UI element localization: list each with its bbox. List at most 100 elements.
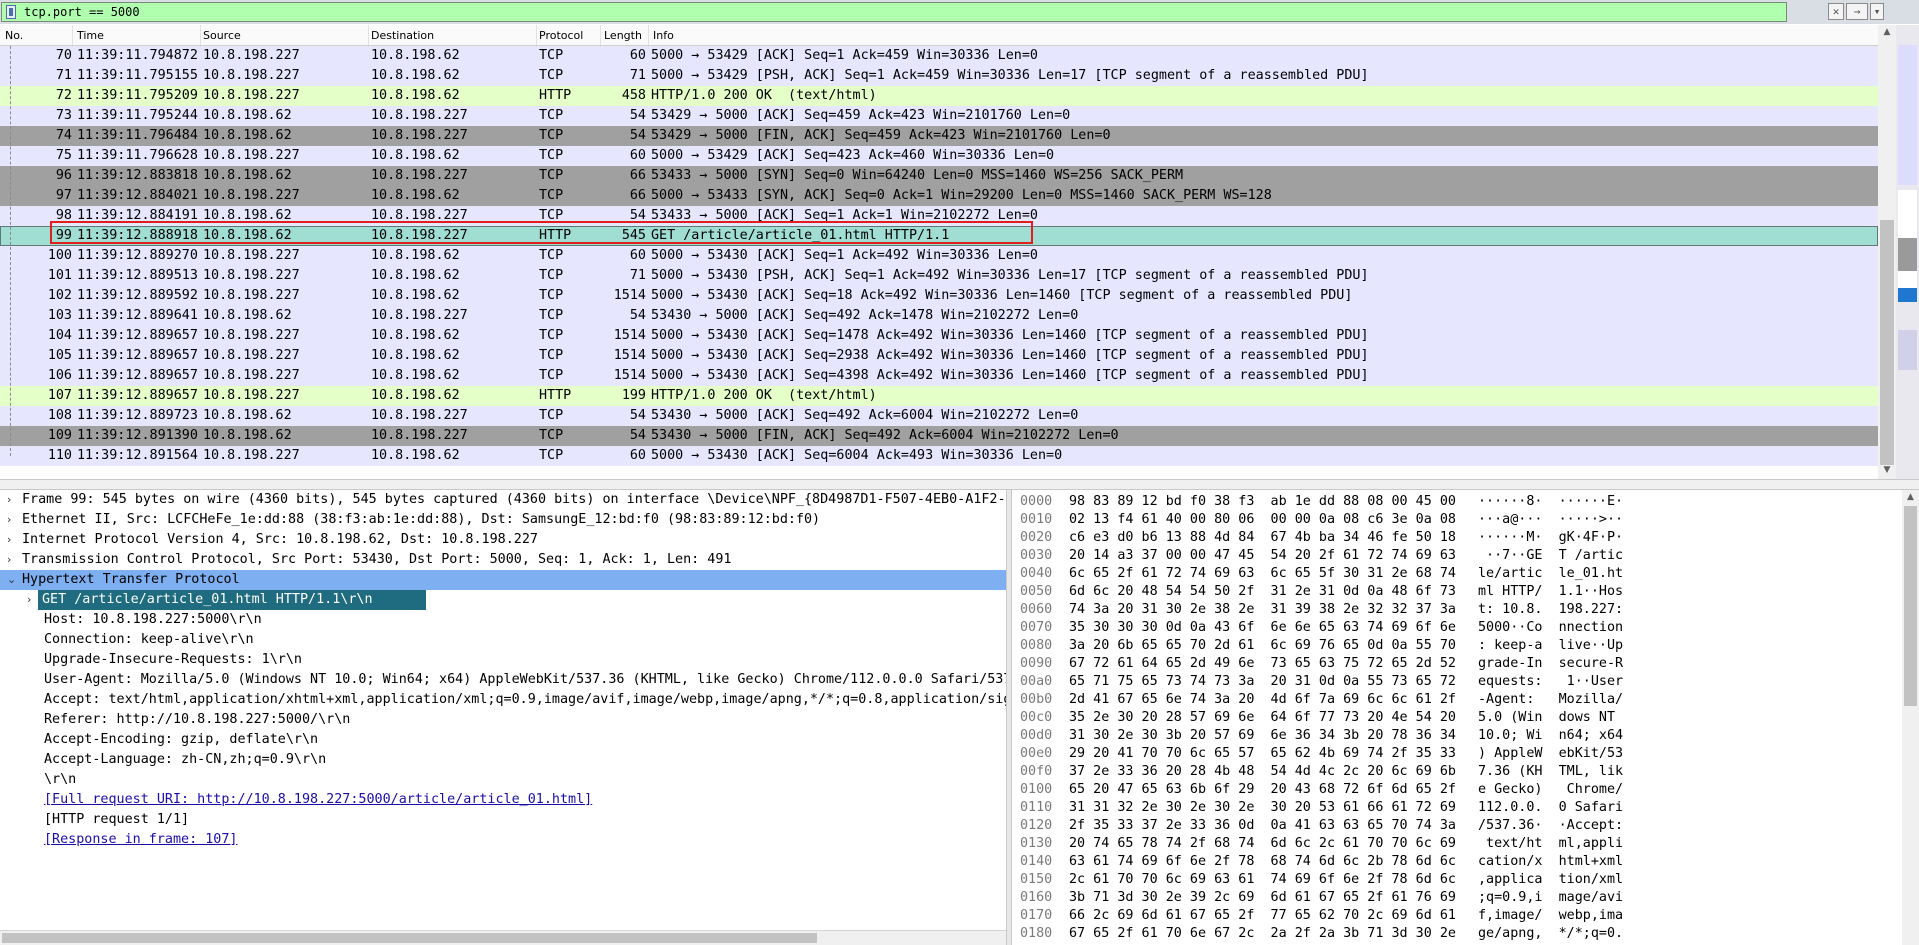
packet-destination: 10.8.198.62: [371, 188, 460, 203]
packet-row-selected[interactable]: 99 11:39:12.888918 10.8.198.62 10.8.198.227…: [0, 226, 1878, 246]
packet-protocol: TCP: [539, 428, 564, 443]
expand-arrow-icon[interactable]: ›: [7, 530, 11, 550]
expand-arrow-icon[interactable]: ›: [7, 490, 11, 510]
packet-row[interactable]: 97 11:39:12.884021 10.8.198.227 10.8.198.62…: [0, 186, 1878, 206]
detail-tree-item[interactable]: › Internet Protocol Version 4, Src: 10.8.…: [0, 530, 1006, 550]
filter-expression[interactable]: tcp.port == 5000: [24, 4, 140, 20]
packet-row[interactable]: 98 11:39:12.884191 10.8.198.62 10.8.198.227…: [0, 206, 1878, 226]
detail-tree-item[interactable]: › Frame 99: 545 bytes on wire (4360 bits)…: [0, 490, 1006, 510]
detail-link[interactable]: [Full request URI: http://10.8.198.227:5…: [44, 790, 592, 810]
packet-destination: 10.8.198.227: [371, 228, 468, 243]
detail-tree-item[interactable]: [Full request URI: http://10.8.198.227:5…: [0, 790, 1006, 810]
packet-row[interactable]: 73 11:39:11.795244 10.8.198.62 10.8.198.227…: [0, 106, 1878, 126]
packet-source: 10.8.198.227: [203, 48, 300, 63]
packet-row[interactable]: 71 11:39:11.795155 10.8.198.227 10.8.198.62…: [0, 66, 1878, 86]
packet-row[interactable]: 74 11:39:11.796484 10.8.198.62 10.8.198.227…: [0, 126, 1878, 146]
packet-protocol: TCP: [539, 128, 564, 143]
packet-time: 11:39:11.796628: [77, 148, 198, 163]
packet-row[interactable]: 109 11:39:12.891390 10.8.198.62 10.8.198.22…: [0, 426, 1878, 446]
hex-offset: 00b0: [1020, 692, 1053, 707]
detail-text: Transmission Control Protocol, Src Port:…: [22, 552, 732, 567]
packet-row[interactable]: 110 11:39:12.891564 10.8.198.227 10.8.198.6…: [0, 446, 1878, 466]
detail-tree-item[interactable]: [Response in frame: 107]: [0, 830, 1006, 850]
packet-protocol: TCP: [539, 348, 564, 363]
packet-protocol: HTTP: [539, 88, 572, 103]
display-filter-input[interactable]: tcp.port == 5000: [1, 2, 1787, 22]
bookmark-icon[interactable]: [6, 5, 16, 19]
packet-source: 10.8.198.62: [203, 428, 292, 443]
detail-tree-item[interactable]: \r\n: [0, 770, 1006, 790]
detail-tree-item[interactable]: Referer: http://10.8.198.227:5000/\r\n: [0, 710, 1006, 730]
packet-list[interactable]: 70 11:39:11.794872 10.8.198.227 10.8.198.62…: [0, 46, 1878, 466]
detail-tree-item[interactable]: › Ethernet II, Src: LCFCHeFe_1e:dd:88 (38…: [0, 510, 1006, 530]
packet-length: 54: [629, 128, 646, 143]
detail-text: Host: 10.8.198.227:5000\r\n: [44, 612, 262, 627]
scroll-up-icon[interactable]: ▲: [1878, 27, 1896, 37]
packet-time: 11:39:12.888918: [77, 228, 198, 243]
detail-tree-item[interactable]: › Transmission Control Protocol, Src Port…: [0, 550, 1006, 570]
packet-time: 11:39:11.795209: [77, 88, 198, 103]
packet-minimap[interactable]: [1896, 25, 1919, 479]
packet-bytes-pane[interactable]: 0000 98 83 89 12 bd f0 38 f3 ab 1e dd 88 …: [1012, 490, 1902, 945]
packet-source: 10.8.198.227: [203, 268, 300, 283]
bytes-scroll-thumb[interactable]: [1904, 506, 1917, 706]
column-header-no[interactable]: No.: [5, 29, 23, 42]
packet-row[interactable]: 106 11:39:12.889657 10.8.198.227 10.8.198.6…: [0, 366, 1878, 386]
column-header-info[interactable]: Info: [653, 29, 674, 42]
column-header-destination[interactable]: Destination: [371, 29, 434, 42]
details-scroll-thumb[interactable]: [2, 933, 817, 943]
expand-arrow-icon[interactable]: ›: [7, 510, 11, 530]
hex-offset: 0050: [1020, 584, 1053, 599]
bytes-scrollbar[interactable]: ▲: [1902, 490, 1919, 945]
packet-row[interactable]: 75 11:39:11.796628 10.8.198.227 10.8.198.62…: [0, 146, 1878, 166]
pane-splitter-horizontal[interactable]: [0, 479, 1919, 490]
packet-destination: 10.8.198.227: [371, 168, 468, 183]
detail-tree-item[interactable]: Accept-Language: zh-CN,zh;q=0.9\r\n: [0, 750, 1006, 770]
expand-arrow-icon[interactable]: ›: [7, 550, 11, 570]
packet-row[interactable]: 100 11:39:12.889270 10.8.198.227 10.8.198.6…: [0, 246, 1878, 266]
detail-tree-item[interactable]: ⌄ Hypertext Transfer Protocol: [0, 570, 1006, 590]
packet-source: 10.8.198.227: [203, 148, 300, 163]
detail-tree-item[interactable]: Accept: text/html,application/xhtml+xml,…: [0, 690, 1006, 710]
apply-filter-button[interactable]: →: [1846, 3, 1868, 20]
column-header-time[interactable]: Time: [77, 29, 104, 42]
chevron-down-icon: ▾: [1873, 5, 1881, 18]
clear-filter-button[interactable]: ✕: [1828, 3, 1844, 20]
packet-row[interactable]: 105 11:39:12.889657 10.8.198.227 10.8.198.6…: [0, 346, 1878, 366]
column-header-protocol[interactable]: Protocol: [539, 29, 583, 42]
packet-row[interactable]: 70 11:39:11.794872 10.8.198.227 10.8.198.62…: [0, 46, 1878, 66]
detail-tree-item[interactable]: Accept-Encoding: gzip, deflate\r\n: [0, 730, 1006, 750]
expand-arrow-icon[interactable]: ›: [27, 590, 31, 610]
hex-offset: 0180: [1020, 926, 1053, 941]
detail-tree-item[interactable]: User-Agent: Mozilla/5.0 (Windows NT 10.0…: [0, 670, 1006, 690]
scroll-up-icon[interactable]: ▲: [1902, 492, 1919, 502]
detail-link[interactable]: [Response in frame: 107]: [44, 830, 237, 850]
detail-tree-item[interactable]: [HTTP request 1/1]: [0, 810, 1006, 830]
scroll-down-icon[interactable]: ▼: [1878, 465, 1896, 475]
packet-row[interactable]: 102 11:39:12.889592 10.8.198.227 10.8.198.6…: [0, 286, 1878, 306]
filter-history-dropdown[interactable]: ▾: [1870, 3, 1884, 20]
column-header-length[interactable]: Length: [604, 29, 642, 42]
packet-details-tree[interactable]: › Frame 99: 545 bytes on wire (4360 bits)…: [0, 490, 1006, 930]
collapse-arrow-icon[interactable]: ⌄: [7, 570, 16, 590]
packet-list-scrollbar[interactable]: ▲ ▼: [1878, 25, 1896, 479]
details-horizontal-scrollbar[interactable]: [0, 930, 1006, 945]
packet-time: 11:39:12.884191: [77, 208, 198, 223]
column-header-source[interactable]: Source: [203, 29, 241, 42]
detail-tree-item[interactable]: Upgrade-Insecure-Requests: 1\r\n: [0, 650, 1006, 670]
packet-row[interactable]: 107 11:39:12.889657 10.8.198.227 10.8.198.6…: [0, 386, 1878, 406]
packet-row[interactable]: 108 11:39:12.889723 10.8.198.62 10.8.198.22…: [0, 406, 1878, 426]
detail-text: Referer: http://10.8.198.227:5000/\r\n: [44, 712, 351, 727]
packet-row[interactable]: 104 11:39:12.889657 10.8.198.227 10.8.198.6…: [0, 326, 1878, 346]
detail-tree-item[interactable]: Host: 10.8.198.227:5000\r\n: [0, 610, 1006, 630]
hex-bytes: 35 30 30 30 0d 0a 43 6f 6e 6e 65 63 74 6…: [1069, 620, 1456, 635]
packet-length: 60: [629, 148, 646, 163]
packet-row[interactable]: 96 11:39:12.883818 10.8.198.62 10.8.198.227…: [0, 166, 1878, 186]
packet-row[interactable]: 103 11:39:12.889641 10.8.198.62 10.8.198.22…: [0, 306, 1878, 326]
packet-list-scroll-thumb[interactable]: [1880, 220, 1894, 465]
packet-row[interactable]: 72 11:39:11.795209 10.8.198.227 10.8.198.62…: [0, 86, 1878, 106]
packet-destination: 10.8.198.62: [371, 348, 460, 363]
detail-tree-item[interactable]: › GET /article/article_01.html HTTP/1.1\r…: [0, 590, 1006, 610]
packet-row[interactable]: 101 11:39:12.889513 10.8.198.227 10.8.198.6…: [0, 266, 1878, 286]
detail-tree-item[interactable]: Connection: keep-alive\r\n: [0, 630, 1006, 650]
